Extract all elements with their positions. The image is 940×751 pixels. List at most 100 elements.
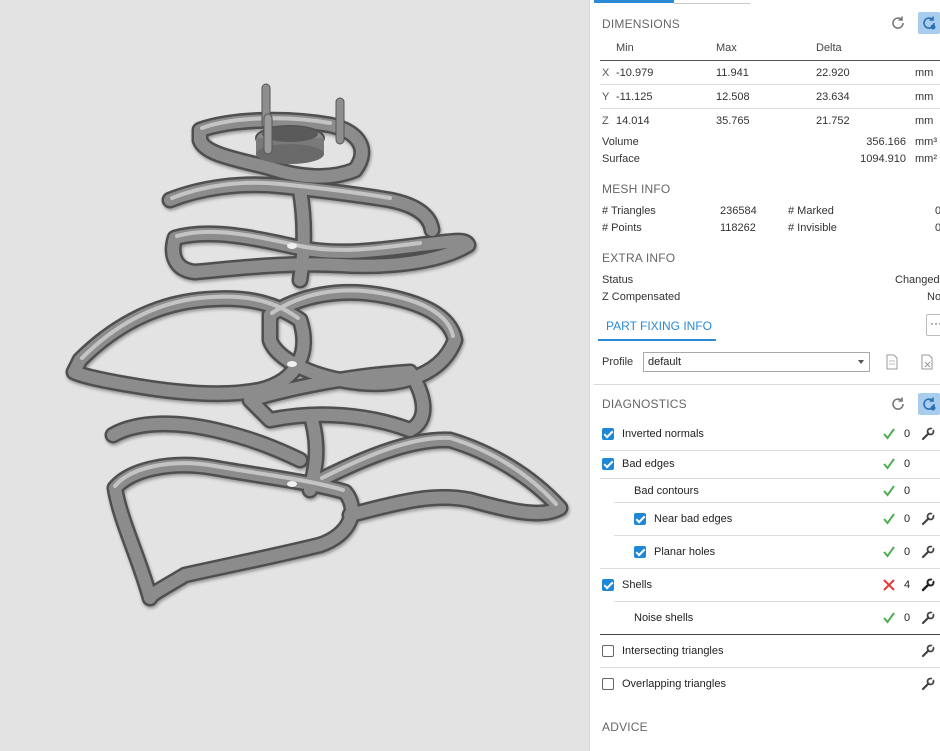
- status-label: Status: [602, 274, 634, 286]
- diagnostic-label: Noise shells: [634, 612, 694, 624]
- diagnostic-count: 0: [904, 458, 911, 470]
- refresh-icon: [892, 16, 904, 29]
- diagnostic-label: Overlapping triangles: [622, 678, 726, 690]
- diagnostic-label: Shells: [622, 579, 652, 591]
- points-label: # Points: [602, 222, 642, 234]
- diagnostic-row-noise-shells: Noise shells 0: [590, 602, 940, 635]
- surface-value: 1094.910: [860, 153, 906, 165]
- check-icon: [883, 513, 895, 525]
- diagnostic-label: Bad edges: [622, 458, 675, 470]
- cross-icon: [883, 579, 895, 591]
- marked-label: # Marked: [788, 205, 834, 217]
- max-value: 11.941: [716, 67, 749, 79]
- tab-divider: [674, 3, 750, 4]
- 3d-viewport[interactable]: [0, 0, 589, 751]
- diagnostic-label: Intersecting triangles: [622, 645, 724, 657]
- diagnostic-count: 4: [904, 579, 911, 591]
- bad-edges-checkbox[interactable]: [602, 458, 614, 470]
- z-compensated-value: No: [927, 291, 940, 303]
- min-header: Min: [616, 42, 634, 54]
- diagnostic-row-overlapping-triangles[interactable]: Overlapping triangles: [590, 668, 940, 701]
- triangles-value: 236584: [720, 205, 757, 217]
- diagnostic-label: Near bad edges: [654, 513, 733, 525]
- intersecting-triangles-checkbox[interactable]: [602, 645, 614, 657]
- inverted-normals-checkbox[interactable]: [602, 428, 614, 440]
- properties-panel: DIMENSIONS Min Max Delta X -10.979 11.94…: [589, 0, 940, 751]
- edit-profile-button[interactable]: [881, 351, 903, 373]
- check-icon: [883, 546, 895, 558]
- diagnostic-row-bad-contours: Bad contours 0: [590, 479, 940, 503]
- wrench-icon[interactable]: [921, 611, 935, 625]
- refresh-button[interactable]: [887, 12, 909, 34]
- invisible-value: 0: [935, 222, 940, 234]
- diagnostic-row-planar-holes[interactable]: Planar holes 0: [590, 536, 940, 569]
- wrench-icon[interactable]: [921, 677, 935, 691]
- diagnostic-label: Inverted normals: [622, 428, 704, 440]
- axis-label: X: [602, 67, 610, 79]
- active-tab-indicator: [594, 0, 674, 3]
- profile-label: Profile: [602, 356, 634, 368]
- diagnostic-count: 0: [904, 485, 911, 497]
- diagnostic-count: 0: [904, 612, 911, 624]
- diagnostics-auto-refresh-button[interactable]: [918, 393, 940, 415]
- diagnostic-row-intersecting-triangles[interactable]: Intersecting triangles: [590, 635, 940, 668]
- dimensions-header-rule: [600, 60, 940, 61]
- volume-unit: mm³: [915, 136, 937, 148]
- surface-unit: mm²: [915, 153, 937, 165]
- diagnostic-row-bad-edges[interactable]: Bad edges 0: [590, 451, 940, 479]
- unit-label: mm: [915, 115, 934, 127]
- volume-value: 356.166: [866, 136, 906, 148]
- status-value: Changed: [895, 274, 940, 286]
- panel-tab-strip[interactable]: [590, 0, 940, 5]
- document-icon: [886, 354, 898, 370]
- diagnostics-title: DIAGNOSTICS: [602, 397, 687, 411]
- shells-checkbox[interactable]: [602, 579, 614, 591]
- wrench-icon[interactable]: [921, 644, 935, 658]
- row-divider: [600, 84, 940, 85]
- auto-refresh-icon: [923, 16, 936, 30]
- surface-label: Surface: [602, 153, 640, 165]
- section-divider: [594, 384, 940, 385]
- max-value: 35.765: [716, 115, 750, 127]
- mesh-info-title: MESH INFO: [602, 182, 671, 196]
- overlapping-triangles-checkbox[interactable]: [602, 678, 614, 690]
- chevron-down-icon: [858, 360, 864, 364]
- axis-label: Y: [602, 91, 610, 103]
- tab-label: PART FIXING INFO: [606, 319, 713, 333]
- more-options-button[interactable]: ···: [926, 314, 940, 336]
- auto-refresh-button[interactable]: [918, 12, 940, 34]
- extra-info-title: EXTRA INFO: [602, 251, 676, 265]
- z-compensated-label: Z Compensated: [602, 291, 681, 303]
- diagnostic-label: Bad contours: [634, 485, 699, 497]
- lattice-model: [65, 83, 569, 607]
- min-value: 14.014: [616, 115, 650, 127]
- dimensions-title: DIMENSIONS: [602, 17, 681, 31]
- delta-header: Delta: [816, 42, 842, 54]
- marked-value: 0: [935, 205, 940, 217]
- check-icon: [883, 458, 895, 470]
- max-header: Max: [716, 42, 737, 54]
- tab-part-fixing-info[interactable]: PART FIXING INFO: [594, 314, 716, 342]
- diagnostic-row-near-bad-edges[interactable]: Near bad edges 0: [590, 503, 940, 536]
- wrench-icon[interactable]: [921, 512, 935, 526]
- wrench-icon[interactable]: [921, 578, 935, 592]
- volume-label: Volume: [602, 136, 639, 148]
- document-delete-icon: [921, 354, 933, 370]
- diagnostics-refresh-button[interactable]: [887, 393, 909, 415]
- diagnostic-count: 0: [904, 546, 911, 558]
- planar-holes-checkbox[interactable]: [634, 546, 646, 558]
- wrench-icon[interactable]: [921, 427, 935, 441]
- diagnostic-row-inverted-normals[interactable]: Inverted normals 0: [590, 418, 940, 451]
- wrench-icon[interactable]: [921, 545, 935, 559]
- delta-value: 21.752: [816, 115, 850, 127]
- diagnostic-row-shells[interactable]: Shells 4: [590, 569, 940, 602]
- near-bad-edges-checkbox[interactable]: [634, 513, 646, 525]
- delete-profile-button[interactable]: [916, 351, 938, 373]
- delta-value: 22.920: [816, 67, 850, 79]
- diagnostic-count: 0: [904, 513, 911, 525]
- profile-select[interactable]: default: [643, 352, 870, 372]
- profile-value: default: [648, 356, 682, 368]
- unit-label: mm: [915, 67, 934, 79]
- check-icon: [883, 612, 895, 624]
- min-value: -11.125: [616, 91, 653, 103]
